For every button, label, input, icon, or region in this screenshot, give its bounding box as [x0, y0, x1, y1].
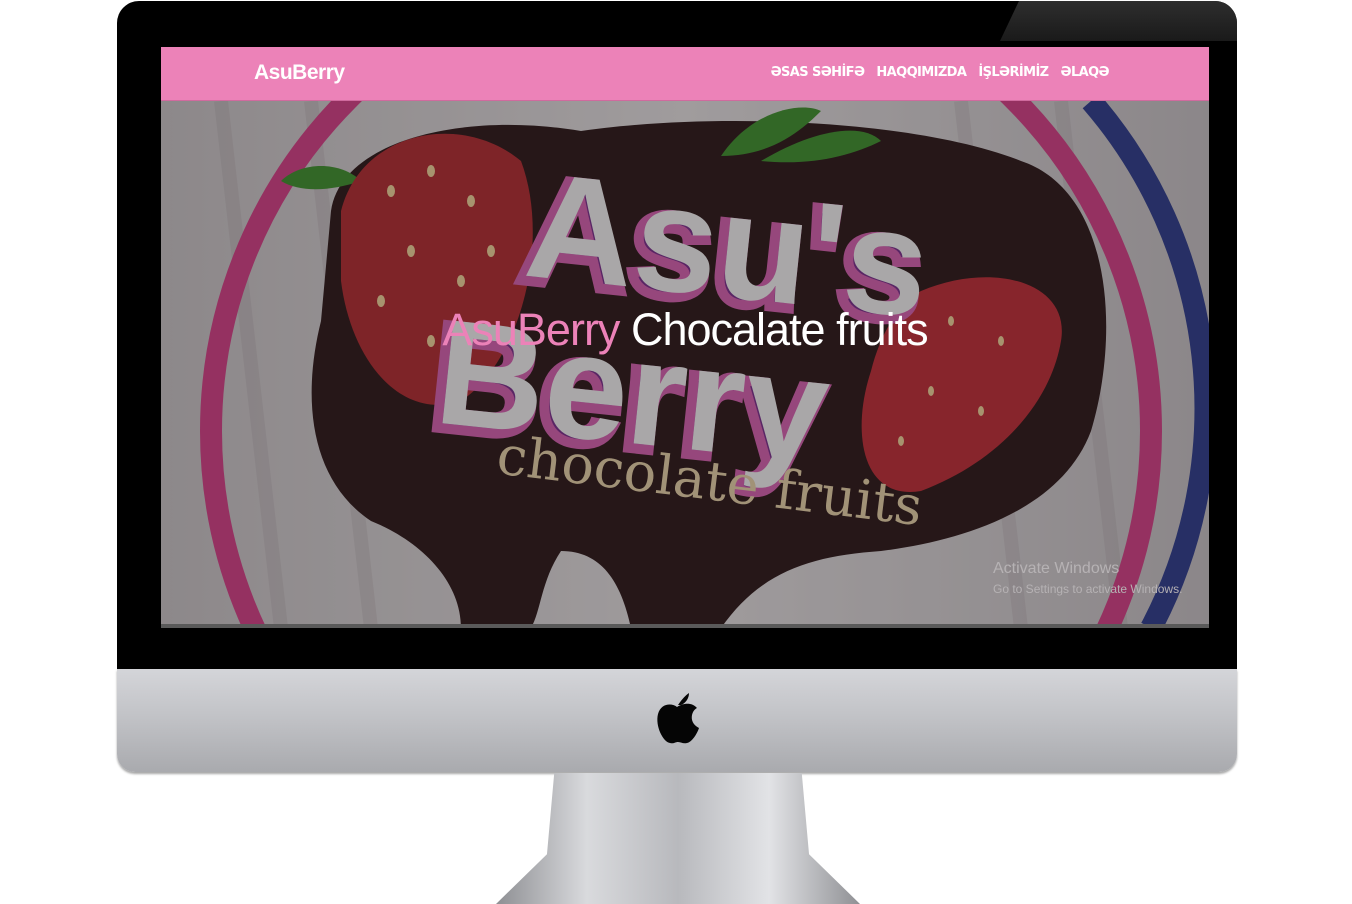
browser-screen: Asu's Berry Asu's Berry chocolate fruits… — [161, 47, 1209, 628]
nav-link-works[interactable]: İŞLƏRİMİZ — [978, 65, 1049, 80]
nav-link-home[interactable]: ƏSAS SƏHİFƏ — [771, 65, 865, 80]
hero-overlay — [161, 101, 1209, 628]
watermark-subtitle: Go to Settings to activate Windows. — [993, 582, 1183, 596]
apple-logo-icon — [657, 693, 699, 744]
screen-bottom-edge — [161, 624, 1209, 628]
hero-section: Asu's Berry Asu's Berry chocolate fruits… — [161, 101, 1209, 628]
nav-link-contact[interactable]: ƏLAQƏ — [1061, 65, 1110, 80]
hero-title: AsuBerry Chocalate fruits — [161, 304, 1209, 356]
brand-logo-link[interactable]: AsuBerry — [254, 61, 345, 85]
monitor-stand — [496, 773, 860, 904]
activate-windows-watermark: Activate Windows Go to Settings to activ… — [993, 560, 1182, 596]
hero-title-brand: AsuBerry — [442, 304, 620, 355]
navbar: AsuBerry ƏSAS SƏHİFƏ HAQQIMIZDA İŞLƏRİMİ… — [161, 47, 1209, 101]
nav-menu: ƏSAS SƏHİFƏ HAQQIMIZDA İŞLƏRİMİZ ƏLAQƏ — [771, 65, 1110, 80]
hero-title-tagline: Chocalate fruits — [630, 304, 929, 355]
monitor-glare — [1000, 1, 1237, 41]
nav-link-about[interactable]: HAQQIMIZDA — [876, 65, 967, 80]
watermark-title: Activate Windows — [993, 560, 1120, 577]
